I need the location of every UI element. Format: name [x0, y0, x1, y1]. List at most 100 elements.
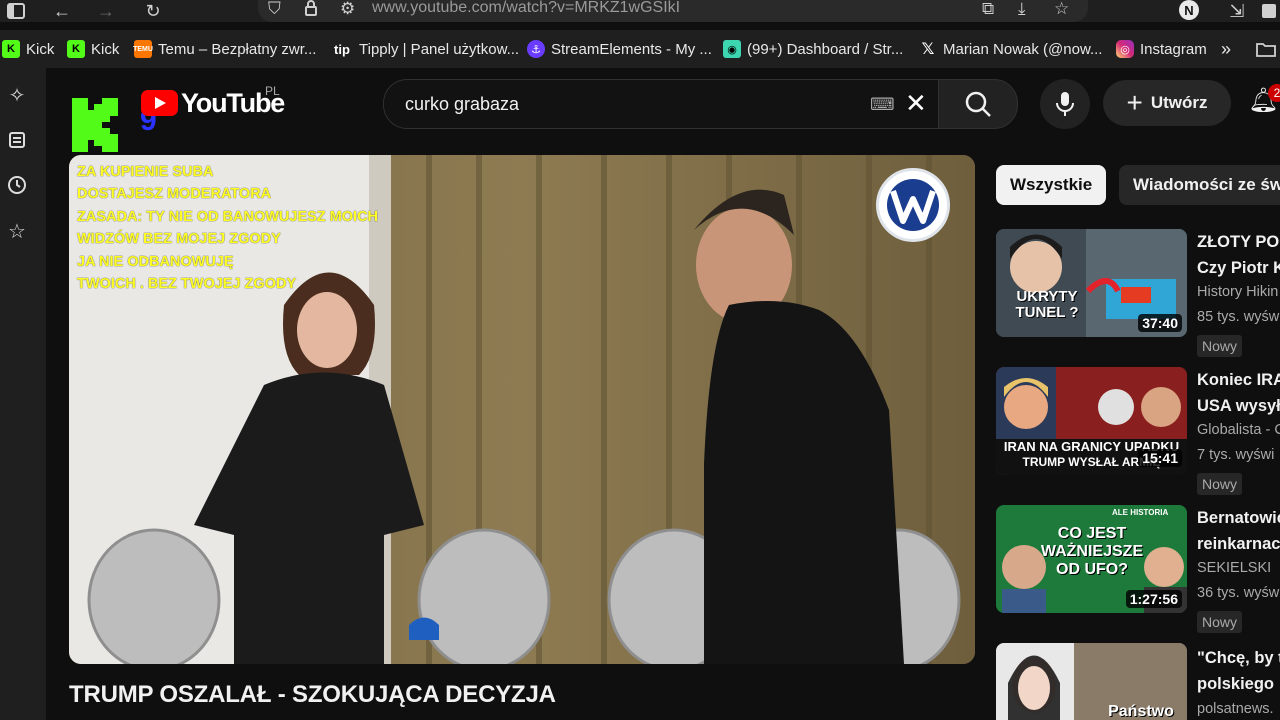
create-button[interactable]: + Utwórz	[1103, 80, 1231, 126]
video-duration: 15:41	[1138, 449, 1182, 467]
new-badge: Nowy	[1197, 335, 1243, 357]
youtube-logo[interactable]: YouTube	[141, 88, 285, 118]
browser-toolbar: ← → ↻ ⛉ ⚙ www.youtube.com/watch?v=MRKZ1w…	[0, 0, 1280, 22]
rec-title-line: polskiego	[1197, 675, 1275, 693]
download-icon[interactable]: ⤓	[1018, 0, 1026, 18]
browser-side-rail: ✧ ☆	[0, 68, 46, 720]
rec-title-line: ZŁOTY POC	[1197, 233, 1280, 251]
video-thumbnail[interactable]: Państwo	[996, 643, 1187, 720]
rec-title-line: Bernatowic	[1197, 509, 1280, 527]
bookmark-instagram[interactable]: ◎ Instagram	[1116, 39, 1207, 59]
recommendation-item[interactable]: Państwo "Chcę, by t polskiego polsatnews…	[996, 643, 1280, 720]
keyboard-icon[interactable]: ⌨	[870, 95, 895, 115]
bookmark-temu[interactable]: TEMU Temu – Bezpłatny zwr...	[133, 39, 317, 59]
thumbnail-caption: UKRYTY TUNEL ?	[1015, 288, 1079, 321]
video-title: TRUMP OSZALAŁ - SZOKUJĄCA DECYZJA	[69, 681, 556, 708]
channel-logo-icon	[887, 179, 939, 231]
screenshot-icon[interactable]: ⧉	[982, 0, 994, 18]
microphone-icon	[1056, 92, 1074, 116]
create-label: Utwórz	[1150, 93, 1208, 112]
bookmark-label: Marian Nowak (@now...	[943, 40, 1103, 58]
rec-title-line: Czy Piotr K	[1197, 259, 1280, 277]
overlay-line: JA NIE ODBANOWUJĘ	[77, 253, 234, 270]
rec-meta: 85 tys. wyśw	[1197, 309, 1280, 325]
address-bar[interactable]: ⛉ ⚙ www.youtube.com/watch?v=MRKZ1wGSIkI …	[258, 0, 1088, 22]
bookmark-label: (99+) Dashboard / Str...	[747, 40, 904, 58]
recommendation-item[interactable]: ALE HISTORIA CO JEST WAŻNIEJSZE OD UFO? …	[996, 505, 1280, 633]
bookmark-label: Kick	[91, 40, 120, 58]
recommendation-item[interactable]: UKRYTY TUNEL ? 37:40 ZŁOTY POC Czy Piotr…	[996, 229, 1280, 357]
thumbnail-caption: CO JEST WAŻNIEJSZE OD UFO?	[1040, 525, 1144, 578]
overlay-line: ZASADA: TY NIE OD BANOWUJESZ MOICH	[77, 208, 379, 225]
recommendation-item[interactable]: IRAN NA GRANICY UPADKU TRUMP WYSŁAŁ ARMI…	[996, 367, 1280, 495]
search-button[interactable]	[938, 79, 1018, 129]
rec-meta: 7 tys. wyświ	[1197, 447, 1275, 463]
video-thumbnail[interactable]: UKRYTY TUNEL ? 37:40	[996, 229, 1187, 337]
thumbnail-caption: Państwo	[1108, 703, 1174, 720]
clear-search-icon[interactable]: ✕	[905, 88, 927, 118]
extensions-icon[interactable]: ⇲	[1225, 0, 1249, 22]
bookmark-dashboard[interactable]: ◉ (99+) Dashboard / Str...	[723, 39, 903, 59]
shield-icon[interactable]: ⛉	[268, 0, 281, 18]
rec-title[interactable]: Koniec IRA USA wysyła	[1197, 367, 1280, 419]
back-icon[interactable]: ←	[50, 0, 74, 22]
bookmarks-folder-icon[interactable]	[1256, 39, 1276, 59]
video-player[interactable]: ZA KUPIENIE SUBA DOSTAJESZ MODERATORA ZA…	[69, 155, 975, 664]
more-bookmarks-icon[interactable]: »	[1221, 39, 1231, 59]
url-text[interactable]: www.youtube.com/watch?v=MRKZ1wGSIkI	[372, 0, 680, 16]
plus-icon: +	[1126, 87, 1143, 118]
chip-world-news[interactable]: Wiadomości ze św	[1119, 165, 1280, 205]
profile-avatar[interactable]: N	[1179, 0, 1199, 20]
bookmark-label: StreamElements - My ...	[551, 40, 712, 58]
rec-meta: 36 tys. wyśw	[1197, 585, 1280, 601]
bookmark-kick-1[interactable]: K Kick	[2, 39, 54, 59]
overlay-line: TWOICH . BEZ TWOJEJ ZGODY	[77, 276, 297, 293]
video-thumbnail[interactable]: IRAN NA GRANICY UPADKU TRUMP WYSŁAŁ ARMI…	[996, 367, 1187, 475]
x-icon: 𝕏	[921, 41, 935, 58]
bookmark-streamelements[interactable]: ⚓ StreamElements - My ...	[527, 39, 712, 59]
bookmark-kick-2[interactable]: K Kick	[67, 39, 119, 59]
rec-channel[interactable]: polsatnews.	[1197, 701, 1280, 717]
rec-channel[interactable]: History Hikin	[1197, 284, 1280, 300]
overlay-line: ZA KUPIENIE SUBA	[77, 164, 214, 180]
overlay-line: WIDZÓW BEZ MOJEJ ZGODY	[77, 231, 281, 248]
favorites-star-icon[interactable]: ☆	[6, 220, 28, 243]
rec-title[interactable]: ZŁOTY POC Czy Piotr K	[1197, 229, 1280, 281]
chip-all[interactable]: Wszystkie	[996, 165, 1107, 205]
sidebar-toggle-icon[interactable]	[4, 0, 28, 22]
site-settings-icon[interactable]: ⚙	[340, 0, 355, 18]
reading-list-icon[interactable]	[6, 129, 28, 151]
thumbnail-label: ALE HISTORIA	[1112, 508, 1169, 517]
lock-icon[interactable]	[304, 0, 318, 20]
forward-icon[interactable]: →	[94, 0, 118, 22]
kick-icon: K	[67, 40, 85, 58]
rec-title[interactable]: Bernatowic reinkarnac	[1197, 505, 1280, 557]
overlay-line: DOSTAJESZ MODERATORA	[77, 186, 272, 203]
kick-icon: K	[2, 40, 20, 58]
tipply-icon: tip	[334, 41, 350, 57]
rec-title[interactable]: "Chcę, by t polskiego	[1197, 645, 1280, 697]
bookmark-star-icon[interactable]: ☆	[1054, 0, 1069, 18]
reload-icon[interactable]: ↻	[141, 0, 165, 22]
video-thumbnail[interactable]: ALE HISTORIA CO JEST WAŻNIEJSZE OD UFO? …	[996, 505, 1187, 613]
rec-title-line: "Chcę, by t	[1197, 649, 1280, 667]
search-input[interactable]	[403, 88, 867, 120]
new-badge: Nowy	[1197, 611, 1243, 633]
history-icon[interactable]	[6, 174, 28, 196]
youtube-play-icon	[141, 90, 178, 116]
search-icon	[965, 91, 991, 117]
voice-search-button[interactable]	[1040, 79, 1090, 129]
rec-channel[interactable]: SEKIELSKI	[1197, 560, 1280, 576]
channel-watermark[interactable]	[876, 168, 950, 242]
bookmark-label: Tipply | Panel użytkow...	[359, 40, 520, 58]
bookmark-tipply[interactable]: tip Tipply | Panel użytkow...	[331, 39, 519, 59]
rec-channel[interactable]: Globalista - C	[1197, 422, 1280, 438]
kick-logo-overlay	[70, 94, 126, 152]
video-duration: 37:40	[1138, 314, 1182, 332]
streamelements-icon: ⚓	[527, 40, 545, 58]
sparkle-icon[interactable]: ✧	[6, 84, 28, 107]
bookmark-x[interactable]: 𝕏 Marian Nowak (@now...	[919, 39, 1103, 59]
bookmark-label: Temu – Bezpłatny zwr...	[158, 40, 317, 58]
search-box[interactable]: ⌨ ✕	[383, 79, 939, 129]
menu-icon[interactable]	[1260, 0, 1278, 22]
